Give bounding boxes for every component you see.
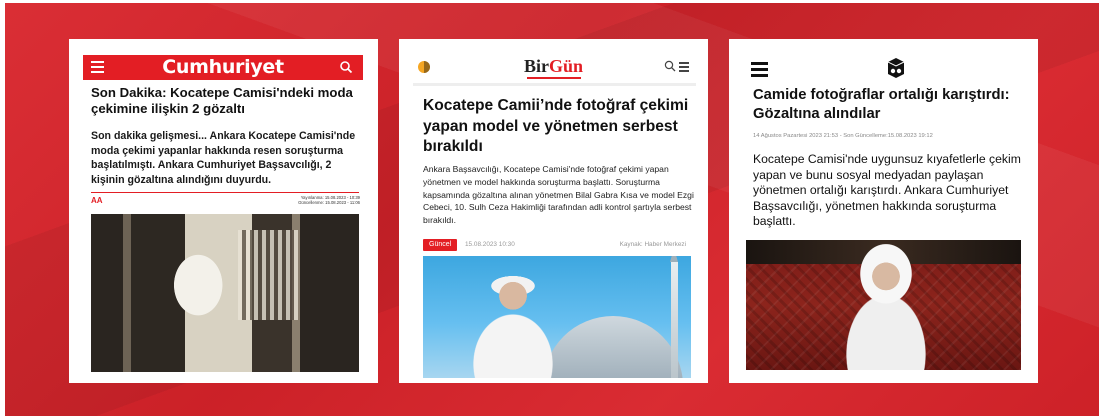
article-source: Kaynak: Haber Merkezi — [619, 241, 686, 248]
article-photo — [91, 214, 359, 372]
divider — [91, 192, 359, 193]
article-title: Camide fotoğraflar ortalığı karıştırdı: … — [753, 87, 1010, 122]
article-lead: Son dakika gelişmesi... Ankara Kocatepe … — [91, 130, 356, 186]
menu-icon[interactable] — [751, 62, 768, 77]
article-photo — [746, 240, 1021, 370]
mosque-dome — [543, 316, 683, 378]
article-lead: Ankara Başsavcılığı, Kocatepe Camisi'nde… — [423, 164, 694, 226]
article-dates: Yayınlanma: 15.08.2023 - 10:39 Güncellen… — [298, 195, 360, 205]
category-badge[interactable]: Güncel — [423, 239, 458, 251]
logo-underline — [527, 77, 581, 79]
birgun-logo[interactable]: BirGün — [399, 56, 708, 77]
birgun-article-card: BirGün Kocatepe Camii’nde fotoğraf çekim… — [399, 39, 708, 383]
updated-date: Güncellenme: 15.08.2023 - 11:06 — [298, 200, 360, 205]
logo-part-1: Bir — [523, 56, 549, 76]
article-lead: Kocatepe Camisi'nde uygunsuz kıyafetlerl… — [753, 152, 1021, 229]
red-background: Cumhuriyet Son Dakika: Kocatepe Camisi'n… — [5, 3, 1099, 416]
logo-part-2: Gün — [548, 56, 584, 76]
menu-icon[interactable] — [679, 62, 689, 72]
model-figure — [473, 276, 553, 378]
cumhuriyet-article-card: Cumhuriyet Son Dakika: Kocatepe Camisi'n… — [69, 39, 378, 383]
cumhuriyet-logo[interactable]: Cumhuriyet — [83, 56, 363, 78]
article-date: 15.08.2023 10:30 — [465, 241, 515, 248]
article-title: Son Dakika: Kocatepe Camisi'ndeki moda ç… — [91, 85, 353, 116]
article-source: AA — [91, 196, 103, 205]
header-separator — [413, 83, 696, 86]
minaret — [670, 256, 678, 378]
search-icon[interactable] — [664, 60, 676, 72]
article-meta: 14 Ağustos Pazartesi 2023 21:53 - Son Gü… — [753, 133, 933, 139]
search-icon[interactable] — [339, 60, 353, 74]
odatv-article-card: Camide fotoğraflar ortalığı karıştırdı: … — [729, 39, 1038, 383]
cumhuriyet-header-bar: Cumhuriyet — [83, 55, 363, 80]
odatv-logo-icon[interactable] — [884, 56, 908, 80]
model-figure — [846, 240, 926, 370]
article-title: Kocatepe Camii’nde fotoğraf çekimi yapan… — [423, 97, 689, 155]
article-photo — [423, 256, 691, 378]
